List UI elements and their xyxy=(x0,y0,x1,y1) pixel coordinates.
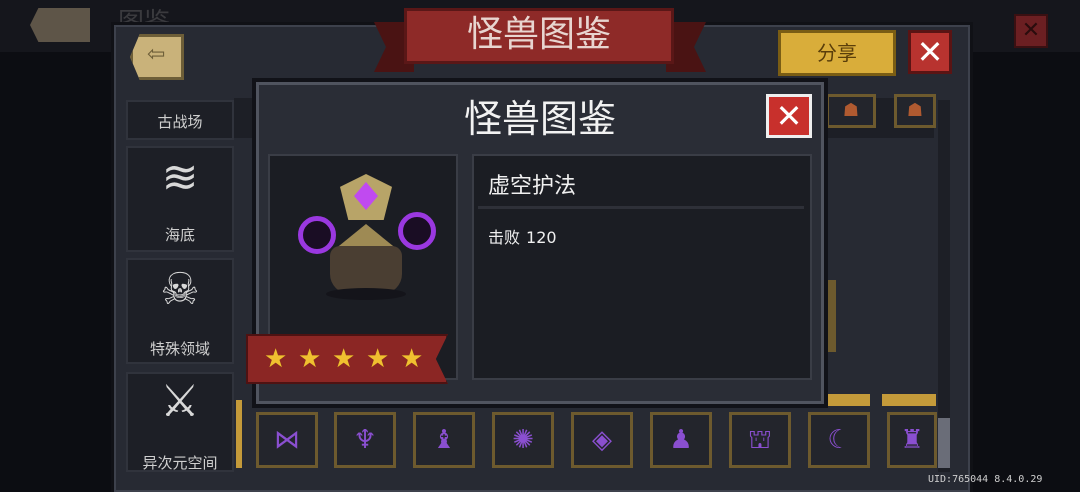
demon-face-icon: ☠ xyxy=(160,264,200,315)
star-icon: ★ xyxy=(400,344,424,374)
void-hat-icon: ⛫ xyxy=(748,425,772,455)
star-icon: ★ xyxy=(264,344,288,374)
monster-slot[interactable]: ♆ xyxy=(334,412,396,468)
hooded-mage-icon: ♟ xyxy=(669,425,693,455)
robe xyxy=(330,246,402,294)
fish-skeleton-icon: ⋈ xyxy=(274,425,300,455)
sidebar-item-label: 异次元空间 xyxy=(142,454,218,472)
monster-slot[interactable]: ♝ xyxy=(413,412,475,468)
scrollbar-thumb[interactable] xyxy=(938,418,950,468)
witch-icon: ♝ xyxy=(432,425,456,455)
kill-count: 击败 120 xyxy=(488,224,563,248)
slot-edge xyxy=(882,394,936,406)
kill-count-label: 击败 xyxy=(488,228,521,247)
monster-slot[interactable]: ♜ xyxy=(887,412,937,468)
slot-edge xyxy=(826,394,870,406)
close-icon[interactable]: ✕ xyxy=(1014,14,1048,48)
panel-close-button[interactable]: ✕ xyxy=(908,30,952,74)
sidebar-item-label: 古战场 xyxy=(157,113,203,131)
sidebar-item-special-domain[interactable]: ☠ 特殊领域 xyxy=(126,258,234,364)
void-orb-right xyxy=(398,212,436,250)
void-guardian-icon: ♆ xyxy=(353,425,377,455)
dialog-title: 怪兽图鉴 xyxy=(463,97,616,141)
monster-slot[interactable]: ☗ xyxy=(826,94,876,128)
scrollbar[interactable] xyxy=(938,100,950,472)
uid-version: UID:765044 8.4.0.29 xyxy=(928,474,1043,485)
sidebar-item-label: 海底 xyxy=(164,226,195,244)
slot-edge xyxy=(826,280,836,352)
dialog-close-button[interactable]: ✕ xyxy=(766,94,812,138)
void-priest-icon: ♜ xyxy=(900,425,924,455)
monster-slot[interactable]: ✺ xyxy=(492,412,554,468)
scythe-icon: ☾ xyxy=(827,425,851,455)
divider xyxy=(478,206,804,209)
monster-slot[interactable]: ♟ xyxy=(650,412,712,468)
sidebar-item-seabed[interactable]: ≋ 海底 xyxy=(126,146,234,252)
star-icon: ★ xyxy=(298,344,322,374)
crab-icon: ✺ xyxy=(512,425,534,455)
sidebar-item-ancient-battlefield[interactable]: 古战场 xyxy=(126,100,234,140)
void-guardian-sprite xyxy=(296,172,436,312)
wave-icon: ≋ xyxy=(161,152,199,203)
back-arrow-icon: ⇦ xyxy=(147,42,166,67)
cannon-icon: ◈ xyxy=(592,425,612,455)
monster-slot[interactable]: ◈ xyxy=(571,412,633,468)
monster-name: 虚空护法 xyxy=(488,174,577,199)
monster-slot[interactable]: ☗ xyxy=(894,94,936,128)
crossed-swords-knight-icon: ⚔ xyxy=(160,376,200,427)
sidebar-item-other-dimension[interactable]: ⚔ 异次元空间 xyxy=(126,372,234,472)
kill-count-value: 120 xyxy=(526,228,557,247)
share-button[interactable]: 分享 xyxy=(778,30,896,76)
sidebar-item-label: 特殊领域 xyxy=(149,340,210,358)
back-arrow-icon[interactable] xyxy=(30,8,90,42)
monster-slot[interactable]: ☾ xyxy=(808,412,870,468)
panel-title: 怪兽图鉴 xyxy=(404,8,674,64)
void-orb-left xyxy=(298,216,336,254)
star-icon: ★ xyxy=(332,344,356,374)
monster-slot[interactable]: ⛫ xyxy=(729,412,791,468)
shadow xyxy=(326,288,406,300)
monster-slot[interactable]: ⋈ xyxy=(256,412,318,468)
slot-edge xyxy=(236,400,242,468)
star-icon: ★ xyxy=(366,344,390,374)
panel-back-button[interactable]: ⇦ xyxy=(130,34,184,80)
